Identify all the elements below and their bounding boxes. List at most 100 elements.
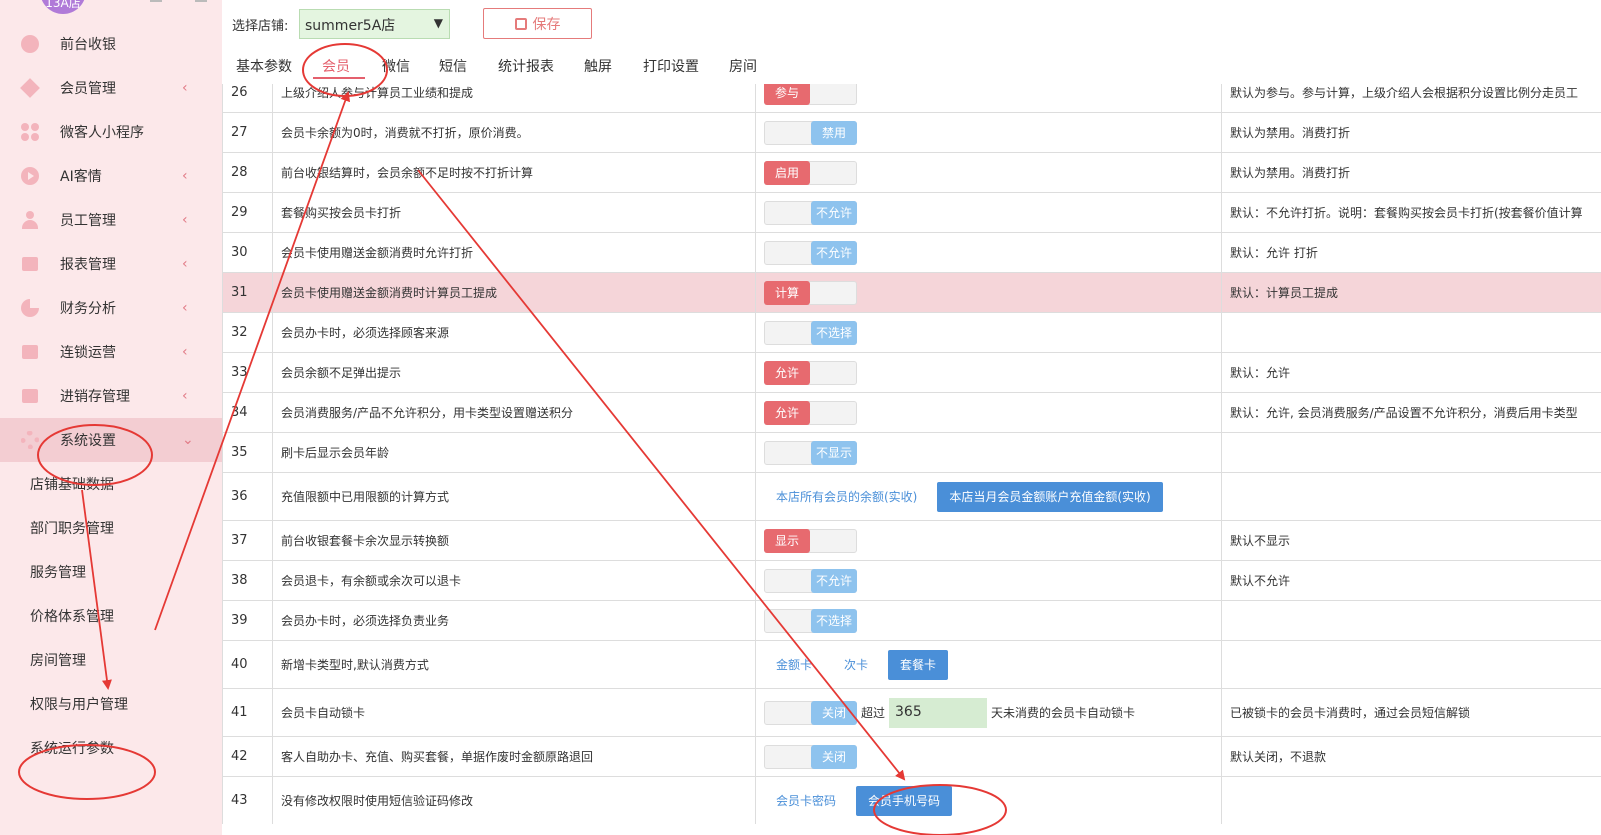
clover-icon: [20, 122, 40, 142]
toggle-label: 不选择: [811, 320, 857, 345]
table-row: 38 会员退卡，有余额或余次可以退卡 不允许 默认不允许: [222, 560, 1601, 600]
nav-item-finance-analysis[interactable]: 财务分析 ‹: [0, 286, 222, 330]
row-number: 41: [222, 689, 272, 736]
table-row: 40 新增卡类型时,默认消费方式 金额卡 次卡 套餐卡: [222, 640, 1601, 688]
table-row: 33 会员余额不足弹出提示 允许 默认：允许: [222, 352, 1601, 392]
row-number: 43: [222, 777, 272, 824]
avatar-text: 13A店: [45, 0, 81, 10]
table-row: 27 会员卡余额为0时，消费就不打折，原价消费。 禁用 默认为禁用。消费打折: [222, 112, 1601, 152]
nav-item-inventory[interactable]: 进销存管理 ‹: [0, 374, 222, 418]
store-select[interactable]: summer5A店 ▼: [299, 9, 450, 39]
toggle-switch[interactable]: 参与: [764, 84, 857, 105]
toggle-switch[interactable]: 关闭: [764, 700, 857, 725]
tab-touchscreen[interactable]: 触屏: [584, 56, 612, 76]
table-row: 37 前台收银套餐卡余次显示转换额 显示 默认不显示: [222, 520, 1601, 560]
lock-days-input[interactable]: 365: [889, 697, 988, 728]
save-button[interactable]: 保存: [483, 8, 592, 39]
tab-member[interactable]: 会员: [322, 56, 350, 76]
save-icon: [514, 17, 527, 30]
minimize-icon[interactable]: [150, 0, 162, 2]
tab-print-settings[interactable]: 打印设置: [643, 56, 699, 76]
option-member-phone[interactable]: 会员手机号码: [856, 785, 953, 816]
row-description: 上级介绍人参与计算员工业绩和提成: [272, 84, 755, 112]
submenu-price-system[interactable]: 价格体系管理: [0, 594, 222, 638]
toggle-switch[interactable]: 显示: [764, 528, 857, 553]
submenu-department-positions[interactable]: 部门职务管理: [0, 506, 222, 550]
submenu-service-management[interactable]: 服务管理: [0, 550, 222, 594]
toggle-switch[interactable]: 允许: [764, 400, 857, 425]
nav-item-ai-customer[interactable]: AI客情 ‹: [0, 154, 222, 198]
pie-icon: [20, 298, 40, 318]
tab-rooms[interactable]: 房间: [729, 56, 757, 76]
toggle-switch[interactable]: 不选择: [764, 320, 857, 345]
nav-item-staff-management[interactable]: 员工管理 ‹: [0, 198, 222, 242]
nav-item-mini-program[interactable]: 微客人小程序: [0, 110, 222, 154]
row-number: 32: [222, 313, 272, 352]
window-control-icon[interactable]: [195, 0, 207, 2]
nav-item-member-management[interactable]: 会员管理 ‹: [0, 66, 222, 110]
row-number: 40: [222, 641, 272, 688]
row-note: [1221, 777, 1601, 824]
tab-statistics[interactable]: 统计报表: [498, 56, 554, 76]
lock-prefix-text: 超过: [861, 706, 886, 720]
toggle-switch[interactable]: 禁用: [764, 120, 857, 145]
row-description: 新增卡类型时,默认消费方式: [272, 641, 755, 688]
toggle-label: 关闭: [811, 700, 857, 725]
toggle-switch[interactable]: 允许: [764, 360, 857, 385]
table-row: 43 没有修改权限时使用短信验证码修改 会员卡密码 会员手机号码: [222, 776, 1601, 824]
toggle-switch[interactable]: 不允许: [764, 240, 857, 265]
submenu-label: 部门职务管理: [30, 521, 114, 537]
submenu-store-basic-data[interactable]: 店铺基础数据: [0, 462, 222, 506]
row-control: 关闭 超过 365 天未消费的会员卡自动锁卡: [755, 689, 1221, 736]
toggle-label: 显示: [764, 528, 810, 553]
row-note: 默认：允许 打折: [1221, 233, 1601, 272]
row-control: 启用: [755, 153, 1221, 192]
tab-wechat[interactable]: 微信: [382, 56, 410, 76]
table-row: 36 充值限额中已用限额的计算方式 本店所有会员的余额(实收) 本店当月会员金额…: [222, 472, 1601, 520]
row-description: 套餐购买按会员卡打折: [272, 193, 755, 232]
store-avatar[interactable]: 13A店: [40, 0, 86, 14]
row-control: 不选择: [755, 313, 1221, 352]
option-package-card[interactable]: 套餐卡: [888, 649, 949, 680]
row-description: 充值限额中已用限额的计算方式: [272, 473, 755, 520]
member-params-table: 26 上级介绍人参与计算员工业绩和提成 参与 默认为参与。参与计算，上级介绍人会…: [222, 84, 1601, 835]
toggle-label: 禁用: [811, 120, 857, 145]
toggle-switch[interactable]: 不允许: [764, 568, 857, 593]
toggle-switch[interactable]: 关闭: [764, 744, 857, 769]
tab-basic-params[interactable]: 基本参数: [236, 56, 292, 76]
nav-label: 进销存管理: [60, 389, 130, 405]
person-icon: [20, 210, 40, 230]
row-number: 33: [222, 353, 272, 392]
option-amount-card[interactable]: 金额卡: [776, 656, 812, 673]
toggle-switch[interactable]: 启用: [764, 160, 857, 185]
row-number: 34: [222, 393, 272, 432]
row-number: 42: [222, 737, 272, 776]
nav-item-chain-operation[interactable]: 连锁运营 ‹: [0, 330, 222, 374]
option-card-password[interactable]: 会员卡密码: [776, 792, 836, 809]
nav-item-system-settings[interactable]: 系统设置 ⌄: [0, 418, 222, 462]
toggle-label: 不选择: [811, 608, 857, 633]
submenu-permissions-users[interactable]: 权限与用户管理: [0, 682, 222, 726]
nav-item-report-management[interactable]: 报表管理 ‹: [0, 242, 222, 286]
chevron-left-icon: ‹: [182, 300, 188, 316]
submenu-system-run-params[interactable]: 系统运行参数: [0, 726, 222, 770]
tab-sms[interactable]: 短信: [439, 56, 467, 76]
gear-icon: [20, 430, 40, 450]
row-note: 已被锁卡的会员卡消费时，通过会员短信解锁: [1221, 689, 1601, 736]
submenu-label: 系统运行参数: [30, 741, 114, 757]
toggle-label: 允许: [764, 360, 810, 385]
option-store-balance[interactable]: 本店所有会员的余额(实收): [776, 488, 917, 505]
submenu-room-management[interactable]: 房间管理: [0, 638, 222, 682]
toggle-switch[interactable]: 不允许: [764, 200, 857, 225]
row-note: 默认：允许, 会员消费服务/产品设置不允许积分，消费后用卡类型: [1221, 393, 1601, 432]
nav-item-front-cashier[interactable]: 前台收银: [0, 22, 222, 66]
row-control: 关闭: [755, 737, 1221, 776]
lock-suffix-text: 天未消费的会员卡自动锁卡: [991, 706, 1136, 720]
option-monthly-recharge[interactable]: 本店当月会员金额账户充值金额(实收): [937, 481, 1163, 512]
option-count-card[interactable]: 次卡: [844, 656, 868, 673]
toggle-switch[interactable]: 不选择: [764, 608, 857, 633]
toggle-switch[interactable]: 不显示: [764, 440, 857, 465]
money-bag-icon: [20, 34, 40, 54]
toggle-switch[interactable]: 计算: [764, 280, 857, 305]
row-control: 不选择: [755, 601, 1221, 640]
